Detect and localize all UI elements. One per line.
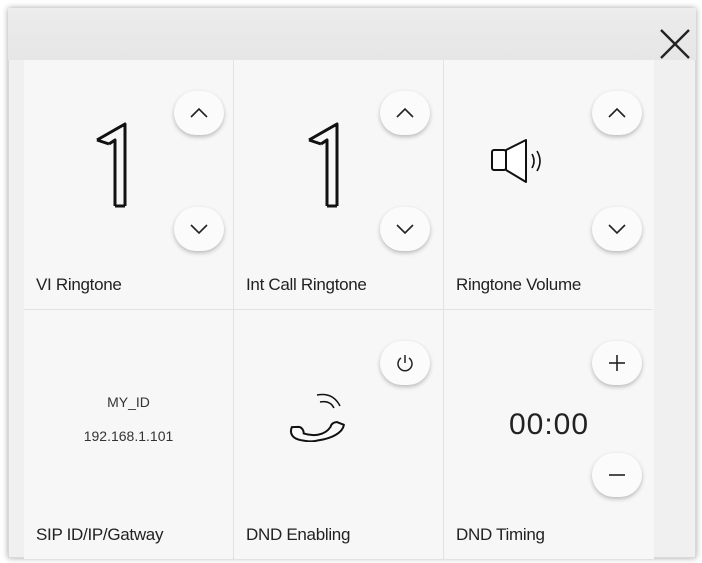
sip-label: SIP ID/IP/Gatway	[36, 525, 164, 544]
close-icon	[660, 29, 690, 59]
sip-tile[interactable]: MY_ID 192.168.1.101 SIP ID/IP/Gatway	[24, 310, 233, 559]
phone-icon	[280, 382, 360, 447]
vi-ringtone-digit	[96, 122, 127, 208]
ringtone-volume-tile: Ringtone Volume	[444, 60, 654, 309]
dnd-enabling-tile: DND Enabling	[234, 310, 443, 559]
dialog-header	[8, 8, 696, 60]
vi-ringtone-value-display: 1	[64, 116, 174, 216]
sip-id-value: MY_ID	[107, 394, 150, 410]
int-call-ringtone-tile: 1 Int Call Ringtone	[234, 60, 443, 309]
close-button[interactable]	[655, 24, 695, 64]
vi-ringtone-up-button[interactable]	[174, 91, 224, 135]
ringtone-volume-up-button[interactable]	[592, 91, 642, 135]
dnd-power-button[interactable]	[380, 341, 430, 385]
dnd-timing-tile: 00:00 DND Timing	[444, 310, 654, 559]
chevron-down-icon	[396, 224, 414, 235]
chevron-up-icon	[190, 107, 208, 118]
dnd-timing-value: 00:00	[508, 408, 590, 441]
chevron-down-icon	[608, 224, 626, 235]
power-icon	[397, 355, 413, 372]
dnd-timing-increase-button[interactable]	[592, 341, 642, 385]
int-call-ringtone-value-display: 1	[276, 116, 386, 216]
plus-icon	[609, 355, 625, 371]
vi-ringtone-label: VI Ringtone	[36, 275, 122, 294]
settings-grid: 1 VI Ringtone 1 Int Call Ringtone	[24, 60, 654, 559]
int-call-ringtone-label: Int Call Ringtone	[246, 275, 367, 294]
minus-icon	[609, 474, 625, 476]
vi-ringtone-tile: 1 VI Ringtone	[24, 60, 233, 309]
int-call-ringtone-up-button[interactable]	[380, 91, 430, 135]
chevron-down-icon	[190, 224, 208, 235]
dnd-timing-decrease-button[interactable]	[592, 453, 642, 497]
sip-ip-value: 192.168.1.101	[83, 428, 174, 444]
dnd-enabling-label: DND Enabling	[246, 525, 351, 544]
int-call-ringtone-digit	[308, 122, 339, 208]
vi-ringtone-down-button[interactable]	[174, 207, 224, 251]
chevron-up-icon	[608, 107, 626, 118]
ringtone-volume-down-button[interactable]	[592, 207, 642, 251]
speaker-icon	[488, 136, 568, 191]
int-call-ringtone-down-button[interactable]	[380, 207, 430, 251]
dnd-timing-label: DND Timing	[456, 525, 545, 544]
chevron-up-icon	[396, 107, 414, 118]
ringtone-volume-label: Ringtone Volume	[456, 275, 581, 294]
